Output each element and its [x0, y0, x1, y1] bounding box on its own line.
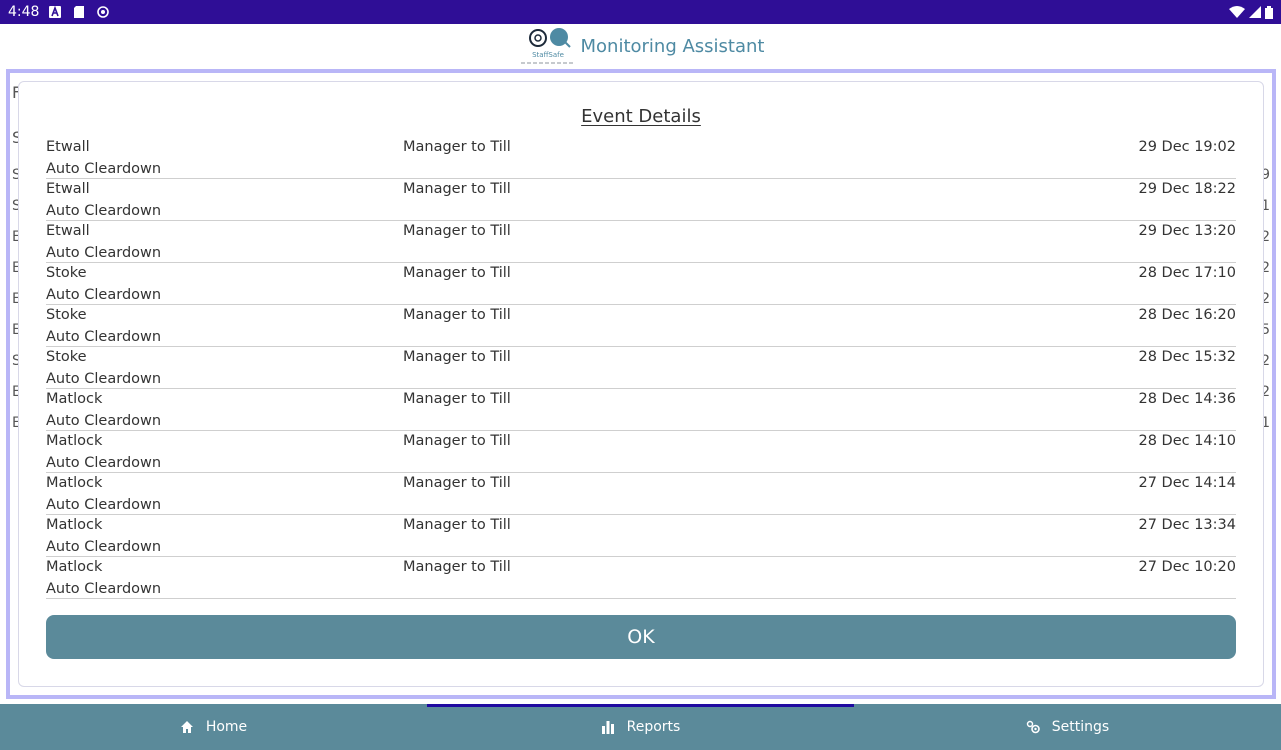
- event-time: 29 Dec 18:22: [1138, 181, 1236, 197]
- app-header: StaffSafe Monitoring Assistant: [0, 24, 1281, 68]
- event-row[interactable]: Matlock Manager to Till 27 Dec 13:34 Aut…: [46, 515, 1236, 557]
- gear-icon: [1026, 720, 1040, 734]
- event-site: Matlock: [46, 475, 103, 491]
- event-type: Manager to Till: [403, 559, 511, 575]
- event-site: Etwall: [46, 181, 90, 197]
- event-type: Manager to Till: [403, 265, 511, 281]
- event-site: Stoke: [46, 349, 87, 365]
- event-time: 28 Dec 14:10: [1138, 433, 1236, 449]
- home-icon: [180, 721, 193, 733]
- event-list: Etwall Manager to Till 29 Dec 19:02 Auto…: [46, 137, 1236, 599]
- event-action: Auto Cleardown: [46, 497, 162, 513]
- event-type: Manager to Till: [403, 391, 511, 407]
- event-row[interactable]: Stoke Manager to Till 28 Dec 16:20 Auto …: [46, 305, 1236, 347]
- event-site: Stoke: [46, 307, 87, 323]
- event-time: 27 Dec 10:20: [1138, 559, 1236, 575]
- signal-icon: [1249, 6, 1261, 18]
- event-time: 27 Dec 13:34: [1138, 517, 1236, 533]
- event-row[interactable]: Matlock Manager to Till 27 Dec 14:14 Aut…: [46, 473, 1236, 515]
- event-row[interactable]: Matlock Manager to Till 28 Dec 14:10 Aut…: [46, 431, 1236, 473]
- bottom-nav: Home Reports Settings: [0, 704, 1281, 750]
- event-action: Auto Cleardown: [46, 371, 162, 387]
- logo-text: StaffSafe: [532, 51, 564, 59]
- event-type: Manager to Till: [403, 181, 511, 197]
- event-action: Auto Cleardown: [46, 203, 162, 219]
- wifi-icon: [1229, 6, 1245, 18]
- bar-chart-icon: [601, 721, 614, 734]
- event-site: Matlock: [46, 559, 103, 575]
- event-time: 28 Dec 15:32: [1138, 349, 1236, 365]
- event-site: Matlock: [46, 391, 103, 407]
- event-type: Manager to Till: [403, 517, 511, 533]
- event-type: Manager to Till: [403, 139, 511, 155]
- nav-item-home[interactable]: Home: [0, 704, 427, 750]
- event-type: Manager to Till: [403, 475, 511, 491]
- status-time: 4:48: [8, 4, 40, 20]
- nav-label-home: Home: [205, 719, 248, 735]
- event-site: Matlock: [46, 517, 103, 533]
- event-type: Manager to Till: [403, 433, 511, 449]
- event-time: 28 Dec 14:36: [1138, 391, 1236, 407]
- event-row[interactable]: Etwall Manager to Till 29 Dec 19:02 Auto…: [46, 137, 1236, 179]
- event-type: Manager to Till: [403, 223, 511, 239]
- event-action: Auto Cleardown: [46, 245, 162, 261]
- event-action: Auto Cleardown: [46, 413, 162, 429]
- event-time: 27 Dec 14:14: [1138, 475, 1236, 491]
- nav-item-settings[interactable]: Settings: [854, 704, 1281, 750]
- app-title: Monitoring Assistant: [580, 35, 765, 57]
- event-site: Matlock: [46, 433, 103, 449]
- event-row[interactable]: Stoke Manager to Till 28 Dec 17:10 Auto …: [46, 263, 1236, 305]
- event-action: Auto Cleardown: [46, 161, 162, 177]
- event-type: Manager to Till: [403, 307, 511, 323]
- event-type: Manager to Till: [403, 349, 511, 365]
- event-row[interactable]: Matlock Manager to Till 27 Dec 10:20 Aut…: [46, 557, 1236, 599]
- event-time: 28 Dec 17:10: [1138, 265, 1236, 281]
- nav-label-settings: Settings: [1051, 719, 1110, 735]
- app-a-icon: [49, 6, 62, 18]
- event-action: Auto Cleardown: [46, 455, 162, 471]
- staffsafe-logo: StaffSafe: [520, 28, 575, 64]
- event-row[interactable]: Etwall Manager to Till 29 Dec 13:20 Auto…: [46, 221, 1236, 263]
- battery-icon: [1265, 5, 1273, 19]
- ok-button[interactable]: OK: [46, 615, 1236, 659]
- event-action: Auto Cleardown: [46, 539, 162, 555]
- sd-card-icon: [74, 6, 85, 18]
- event-action: Auto Cleardown: [46, 329, 162, 345]
- event-row[interactable]: Matlock Manager to Till 28 Dec 14:36 Aut…: [46, 389, 1236, 431]
- nav-label-reports: Reports: [626, 719, 681, 735]
- event-details-dialog: Event Details Etwall Manager to Till 29 …: [18, 81, 1264, 687]
- nav-item-reports[interactable]: Reports: [427, 704, 854, 750]
- event-site: Stoke: [46, 265, 87, 281]
- event-time: 29 Dec 13:20: [1138, 223, 1236, 239]
- sync-icon: [97, 6, 110, 18]
- event-action: Auto Cleardown: [46, 581, 162, 597]
- event-action: Auto Cleardown: [46, 287, 162, 303]
- event-site: Etwall: [46, 139, 90, 155]
- event-time: 29 Dec 19:02: [1138, 139, 1236, 155]
- event-row[interactable]: Stoke Manager to Till 28 Dec 15:32 Auto …: [46, 347, 1236, 389]
- event-time: 28 Dec 16:20: [1138, 307, 1236, 323]
- event-row[interactable]: Etwall Manager to Till 29 Dec 18:22 Auto…: [46, 179, 1236, 221]
- event-site: Etwall: [46, 223, 90, 239]
- dialog-title: Event Details: [581, 106, 701, 127]
- status-bar: 4:48: [0, 0, 1281, 24]
